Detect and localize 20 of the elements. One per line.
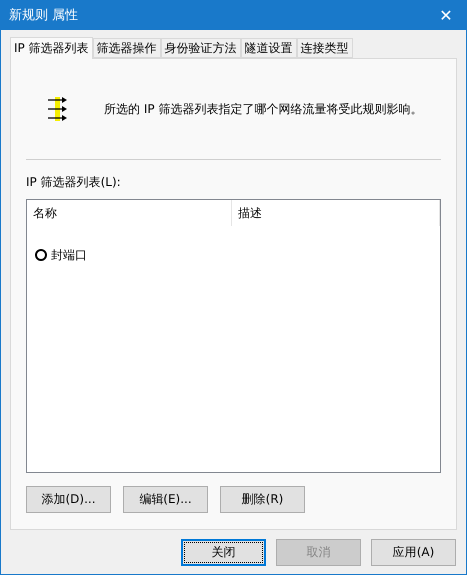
radio-icon[interactable]: [35, 249, 47, 261]
column-header[interactable]: 名称: [27, 200, 232, 226]
close-button[interactable]: ✕: [426, 0, 466, 30]
column-header[interactable]: 描述: [232, 200, 440, 226]
list-action-button[interactable]: 删除(R): [220, 486, 305, 513]
filter-arrows-icon: [48, 97, 68, 121]
tab[interactable]: 隧道设置: [240, 38, 297, 58]
list-action-button[interactable]: 编辑(E)...: [123, 486, 208, 513]
tab[interactable]: IP 筛选器列表: [10, 37, 93, 59]
window-title: 新规则 属性: [9, 7, 78, 24]
filter-list[interactable]: 名称 描述 封端口: [26, 199, 441, 473]
dialog-button[interactable]: 关闭: [181, 539, 266, 566]
list-action-button[interactable]: 添加(D)...: [26, 486, 111, 513]
list-label: IP 筛选器列表(L):: [26, 174, 122, 191]
list-item[interactable]: 封端口: [51, 246, 87, 264]
description-text: 所选的 IP 筛选器列表指定了哪个网络流量将受此规则影响。: [104, 100, 422, 118]
dialog-button[interactable]: 应用(A): [371, 539, 456, 566]
tab[interactable]: 连接类型: [296, 38, 353, 58]
tab[interactable]: 身份验证方法: [160, 38, 241, 58]
tab[interactable]: 筛选器操作: [92, 38, 161, 58]
